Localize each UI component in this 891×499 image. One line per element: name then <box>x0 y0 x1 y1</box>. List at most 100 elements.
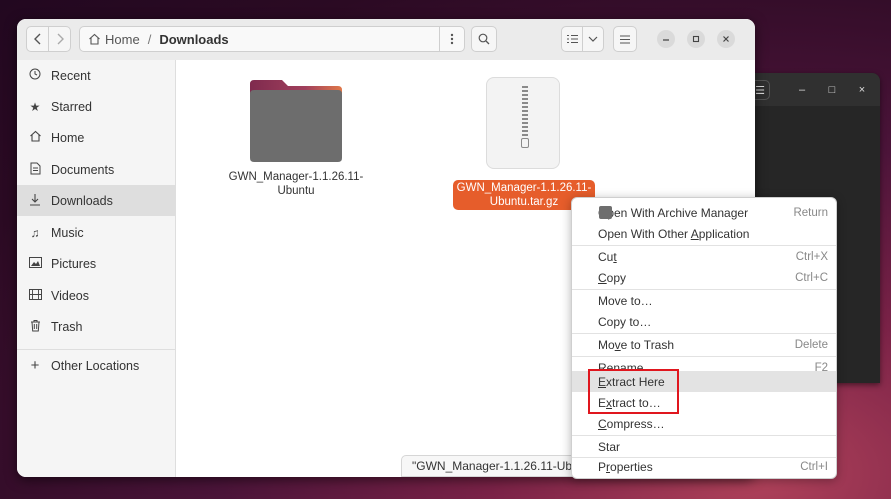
menu-compress[interactable]: Compress… <box>572 413 836 434</box>
background-window-header: ☰ – □ × <box>740 73 880 106</box>
background-maximize-button[interactable]: □ <box>822 80 842 100</box>
plus-icon: + <box>30 357 40 374</box>
path-current[interactable]: Downloads <box>159 32 228 47</box>
chevron-right-icon <box>57 33 64 45</box>
sidebar-item-label: Documents <box>51 162 115 177</box>
home-icon <box>27 130 43 145</box>
menu-copy-to[interactable]: Copy to… <box>572 311 836 332</box>
context-menu: Open With Archive Manager Return Open Wi… <box>571 197 837 479</box>
video-icon <box>27 288 43 303</box>
sidebar: Recent ★ Starred Home Documents Download… <box>17 60 176 477</box>
zipper-pull-icon <box>521 138 529 148</box>
sidebar-item-label: Starred <box>51 99 92 114</box>
archive-item[interactable] <box>486 77 560 169</box>
sidebar-item-downloads[interactable]: Downloads <box>17 185 175 216</box>
menu-item-label: Compress… <box>598 416 665 431</box>
search-icon <box>478 33 490 45</box>
home-icon <box>89 33 100 45</box>
menu-item-label: Move to Trash <box>598 337 675 352</box>
minimize-button[interactable] <box>657 30 675 48</box>
picture-icon <box>27 256 43 271</box>
menu-open-other-application[interactable]: Open With Other Application <box>572 223 836 244</box>
sidebar-item-home[interactable]: Home <box>17 122 175 153</box>
chevron-left-icon <box>33 33 40 45</box>
menu-item-label: Move to… <box>598 293 653 308</box>
path-home-label: Home <box>105 31 140 47</box>
header-bar: Home / Downloads <box>17 19 755 61</box>
maximize-button[interactable] <box>687 30 705 48</box>
sidebar-item-starred[interactable]: ★ Starred <box>17 91 175 122</box>
sidebar-item-other-locations[interactable]: + Other Locations <box>17 350 175 381</box>
path-menu-button[interactable] <box>439 27 464 51</box>
sidebar-item-label: Music <box>51 225 84 240</box>
sidebar-item-label: Pictures <box>51 256 97 271</box>
menu-move-to[interactable]: Move to… <box>572 290 836 311</box>
menu-item-label: Cut <box>598 249 617 264</box>
menu-cut[interactable]: Cut Ctrl+X <box>572 246 836 267</box>
archive-manager-icon <box>599 206 612 219</box>
search-button[interactable] <box>471 26 497 52</box>
folder-name-line1: GWN_Manager-1.1.26.11- <box>228 171 364 183</box>
sidebar-item-videos[interactable]: Videos <box>17 280 175 311</box>
menu-star[interactable]: Star <box>572 436 836 457</box>
background-minimize-button[interactable]: – <box>792 80 812 100</box>
menu-item-label: Open With Other Application <box>598 226 750 241</box>
sidebar-item-label: Home <box>51 130 85 145</box>
sidebar-item-recent[interactable]: Recent <box>17 60 175 91</box>
status-bar: "GWN_Manager-1.1.26.11-Ubuntu.tar.gz" se… <box>401 455 583 477</box>
sidebar-item-trash[interactable]: Trash <box>17 311 175 342</box>
highlight-box <box>588 369 679 414</box>
zipper-icon <box>522 86 528 138</box>
menu-item-label: Open With Archive Manager <box>598 205 749 220</box>
menu-properties[interactable]: Properties Ctrl+I <box>572 456 836 477</box>
sidebar-item-label: Recent <box>51 68 91 83</box>
sidebar-item-music[interactable]: ♫ Music <box>17 217 175 248</box>
menu-move-to-trash[interactable]: Move to Trash Delete <box>572 334 836 355</box>
sidebar-item-label: Trash <box>51 319 83 334</box>
background-close-button[interactable]: × <box>852 80 872 100</box>
path-bar[interactable]: Home / Downloads <box>79 26 465 52</box>
hamburger-icon <box>620 34 630 44</box>
folder-name-line2: Ubuntu <box>277 185 315 197</box>
menu-item-label: Star <box>598 439 621 454</box>
music-icon: ♫ <box>30 225 40 240</box>
archive-name-line1: GWN_Manager-1.1.26.11- <box>456 182 592 194</box>
menu-item-label: Copy <box>598 270 627 285</box>
main-menu-button[interactable] <box>613 26 637 52</box>
path-separator: / <box>147 31 152 47</box>
minimize-icon <box>663 39 669 41</box>
path-home[interactable]: Home <box>88 32 140 47</box>
sidebar-item-documents[interactable]: Documents <box>17 154 175 185</box>
folder-item[interactable] <box>248 78 344 162</box>
menu-open-archive-manager[interactable]: Open With Archive Manager Return <box>572 202 836 223</box>
menu-item-accel: Return <box>793 206 828 219</box>
list-view-icon <box>566 34 578 44</box>
sidebar-item-label: Downloads <box>51 193 113 208</box>
menu-item-accel: Ctrl+I <box>800 460 828 473</box>
star-icon: ★ <box>29 99 41 114</box>
folder-name[interactable]: GWN_Manager-1.1.26.11- Ubuntu <box>220 170 372 198</box>
list-view-button[interactable] <box>561 26 583 52</box>
folder-icon <box>250 80 342 162</box>
menu-item-accel: Delete <box>794 338 828 351</box>
download-icon <box>27 193 43 209</box>
menu-item-label: Copy to… <box>598 314 652 329</box>
menu-copy[interactable]: Copy Ctrl+C <box>572 267 836 288</box>
menu-item-accel: Ctrl+X <box>795 250 828 263</box>
close-button[interactable] <box>717 30 735 48</box>
menu-item-accel: Ctrl+C <box>795 271 828 284</box>
sidebar-item-label: Other Locations <box>51 358 140 373</box>
document-icon <box>27 162 43 178</box>
sidebar-item-pictures[interactable]: Pictures <box>17 248 175 279</box>
clock-icon <box>27 68 43 83</box>
vertical-dots-icon <box>450 33 454 45</box>
back-button[interactable] <box>26 26 49 52</box>
maximize-icon <box>692 35 700 43</box>
forward-button[interactable] <box>48 26 71 52</box>
trash-icon <box>27 319 43 335</box>
close-icon <box>723 36 729 42</box>
menu-item-label: Properties <box>598 459 653 474</box>
chevron-down-icon <box>588 36 598 42</box>
sidebar-item-label: Videos <box>51 288 89 303</box>
view-options-button[interactable] <box>582 26 604 52</box>
